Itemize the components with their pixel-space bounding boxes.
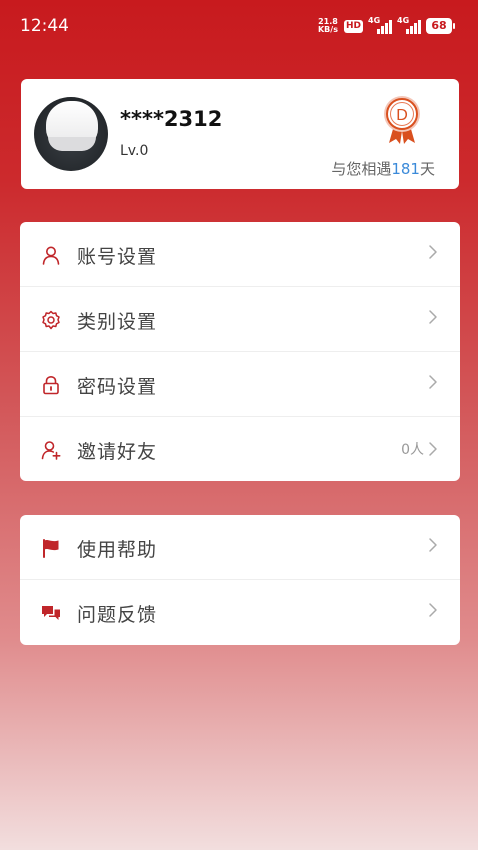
chevron-right-icon bbox=[429, 603, 437, 617]
medal-icon[interactable]: D bbox=[379, 95, 425, 145]
menu-label: 密码设置 bbox=[77, 376, 158, 398]
met-prefix: 与您相遇 bbox=[331, 160, 392, 178]
hd-badge: HD bbox=[343, 19, 363, 33]
met-days-count: 181 bbox=[391, 160, 420, 178]
battery-icon: 68 bbox=[426, 18, 455, 34]
chat-bubbles-icon bbox=[42, 606, 60, 620]
chevron-right-icon bbox=[429, 538, 437, 552]
menu-item-password-settings[interactable]: 密码设置 bbox=[20, 352, 460, 417]
network-speed-unit: KB/s bbox=[317, 25, 338, 34]
avatar[interactable] bbox=[34, 97, 108, 171]
profile-card[interactable]: ****2312 Lv.0 D 与您相遇181天 bbox=[21, 79, 459, 189]
menu-label: 问题反馈 bbox=[77, 604, 158, 626]
chevron-right-icon bbox=[429, 442, 437, 456]
flag-icon bbox=[43, 539, 59, 558]
help-menu: 使用帮助 问题反馈 bbox=[20, 515, 460, 645]
status-time: 12:44 bbox=[20, 16, 69, 36]
avatar-earbud-base bbox=[48, 137, 96, 151]
network-speed: 21.8 KB/s bbox=[317, 18, 339, 34]
user-level: Lv.0 bbox=[120, 143, 149, 159]
gear-icon bbox=[42, 310, 60, 330]
menu-item-feedback[interactable]: 问题反馈 bbox=[20, 580, 460, 645]
menu-label: 邀请好友 bbox=[77, 441, 158, 463]
chevron-right-icon bbox=[429, 245, 437, 259]
menu-right bbox=[428, 309, 438, 325]
menu-right bbox=[428, 602, 438, 618]
signal-sim2-icon: 4G bbox=[397, 16, 421, 34]
menu-item-invite-friends[interactable]: 邀请好友 0人 bbox=[20, 417, 460, 482]
menu-item-category-settings[interactable]: 类别设置 bbox=[20, 287, 460, 352]
add-user-icon bbox=[41, 441, 61, 460]
user-icon bbox=[42, 246, 60, 265]
medal-letter: D bbox=[396, 107, 408, 124]
menu-right: 0人 bbox=[401, 439, 438, 459]
met-days-text: 与您相遇181天 bbox=[331, 158, 435, 179]
menu-right bbox=[428, 374, 438, 390]
settings-menu: 账号设置 类别设置 密码设置 邀请好友 0人 bbox=[20, 222, 460, 481]
chevron-right-icon bbox=[429, 310, 437, 324]
signal-sim1-icon: 4G bbox=[368, 16, 392, 34]
met-suffix: 天 bbox=[419, 160, 435, 178]
menu-right bbox=[428, 537, 438, 553]
invite-count: 0人 bbox=[401, 442, 424, 458]
menu-item-account-settings[interactable]: 账号设置 bbox=[20, 222, 460, 287]
lock-icon bbox=[43, 375, 59, 395]
menu-label: 使用帮助 bbox=[77, 539, 158, 561]
status-bar: 12:44 21.8 KB/s HD 4G 4G 68 bbox=[0, 0, 478, 54]
menu-label: 账号设置 bbox=[77, 246, 158, 268]
username: ****2312 bbox=[120, 107, 223, 131]
menu-item-help[interactable]: 使用帮助 bbox=[20, 515, 460, 580]
menu-right bbox=[428, 244, 438, 260]
chevron-right-icon bbox=[429, 375, 437, 389]
menu-label: 类别设置 bbox=[77, 311, 158, 333]
status-indicators: 21.8 KB/s HD 4G 4G 68 bbox=[317, 15, 455, 37]
